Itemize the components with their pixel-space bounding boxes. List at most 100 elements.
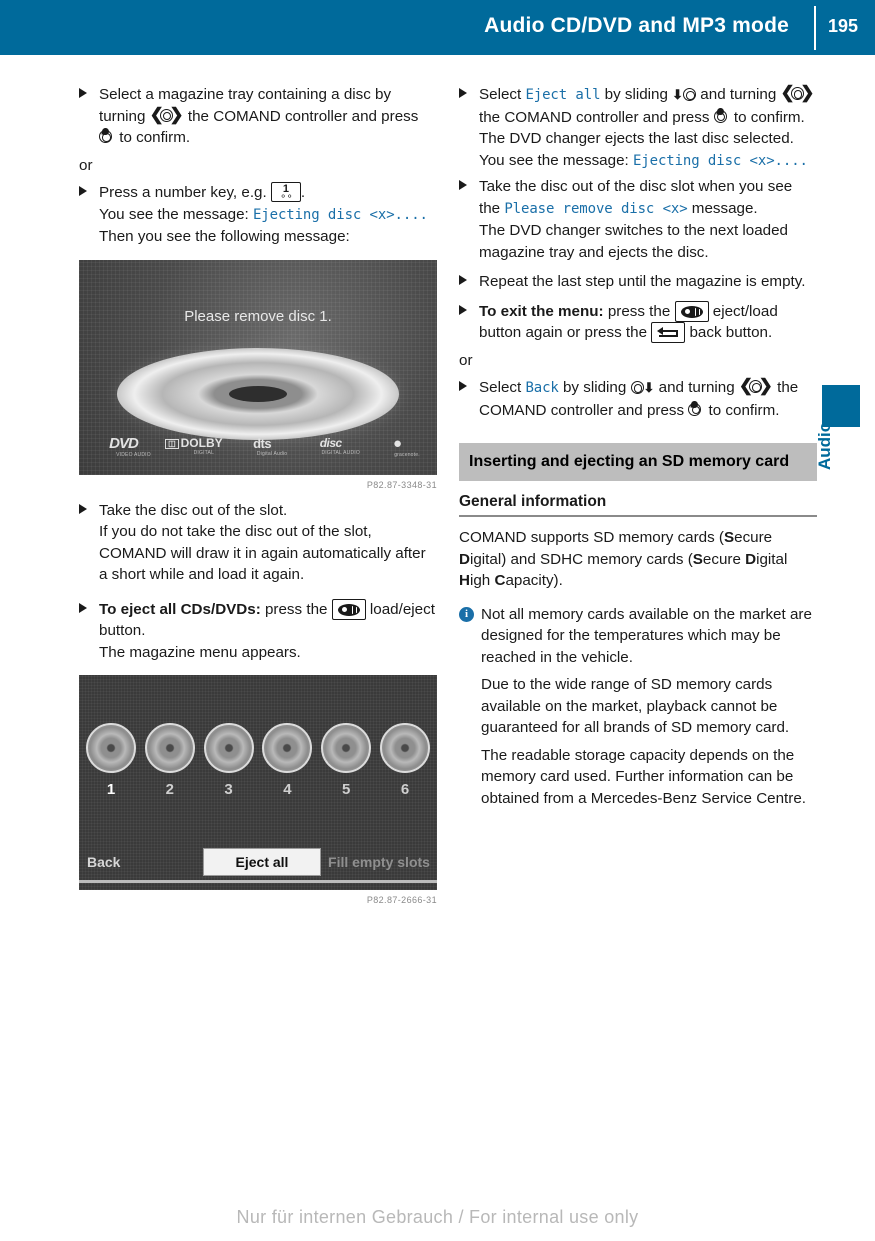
section-heading-band: Inserting and ejecting an SD memory card bbox=[459, 443, 817, 481]
list-item: Take the disc out of the slot. If you do… bbox=[79, 500, 437, 586]
logo-main: DVD bbox=[109, 434, 139, 452]
menu-button-back[interactable]: Back bbox=[79, 848, 203, 876]
logo-gracenote: ● gracenote. bbox=[374, 436, 420, 458]
display-message: Ejecting disc <x>.... bbox=[632, 152, 808, 169]
step-text: Repeat the last step until the magazine … bbox=[479, 273, 806, 290]
step-text-b: . bbox=[300, 184, 306, 201]
triangle-bullet-icon bbox=[459, 304, 467, 315]
logo-main: disc bbox=[319, 436, 343, 450]
text-run: COMAND supports SD memory cards ( bbox=[459, 529, 724, 546]
menu-underline bbox=[79, 880, 437, 883]
text-run: igital) and SDHC memory cards ( bbox=[469, 550, 693, 568]
tray-label: 2 bbox=[165, 781, 174, 798]
comand-display: Please remove disc 1. DVD VIDEO AUDIO ◫ D… bbox=[79, 259, 437, 475]
text-run-bold: S bbox=[724, 529, 735, 546]
triangle-bullet-icon bbox=[459, 88, 467, 98]
list-item: Select Eject all by sliding ⬇ and turnin… bbox=[459, 84, 817, 172]
display-message: Please remove disc <x> bbox=[504, 200, 688, 217]
logo-main: dts bbox=[253, 435, 272, 451]
text-run: ecure bbox=[702, 550, 746, 568]
tray-slot[interactable]: 6 bbox=[379, 723, 431, 798]
tray-slot[interactable]: 1 bbox=[85, 723, 137, 798]
logo-sub: gracenote. bbox=[394, 451, 420, 458]
step-detail: If you do not take the disc out of the s… bbox=[99, 523, 426, 583]
disc-icon bbox=[144, 723, 195, 773]
tray-slot[interactable]: 5 bbox=[320, 723, 372, 798]
tray-slot[interactable]: 3 bbox=[203, 723, 255, 798]
format-logos: DVD VIDEO AUDIO ◫ DOLBY DIGITAL dts Digit… bbox=[79, 427, 437, 467]
triangle-bullet-icon bbox=[459, 275, 467, 285]
step-text-a: press the bbox=[603, 302, 675, 320]
step-text-d: the COMAND controller and press bbox=[479, 108, 714, 126]
side-tab-label: Audio bbox=[815, 421, 834, 470]
step-detail: You see the message: Ejecting disc <x>..… bbox=[99, 204, 437, 248]
text-run-bold: D bbox=[459, 550, 470, 568]
info-icon: i bbox=[459, 606, 474, 622]
triangle-bullet-icon bbox=[79, 88, 87, 98]
text-run: apacity). bbox=[505, 572, 563, 589]
turn-controller-icon: ❮ ❯ bbox=[780, 83, 815, 102]
press-controller-icon bbox=[99, 127, 115, 145]
step-lead-in: To exit the menu: bbox=[479, 302, 604, 320]
menu-button-eject-all[interactable]: Eject all bbox=[203, 848, 321, 876]
figure-disc-eject-screen: Please remove disc 1. DVD VIDEO AUDIO ◫ D… bbox=[79, 259, 437, 490]
list-item: To exit the menu: press the eject/load b… bbox=[459, 300, 817, 344]
slide-down-controller-icon: ⬇ bbox=[672, 86, 697, 103]
step-text: Take the disc out of the slot. bbox=[99, 501, 288, 519]
list-item: Select a magazine tray containing a disc… bbox=[79, 84, 437, 149]
text-run: igital bbox=[756, 550, 788, 568]
figure-magazine-menu: 1 2 3 4 5 6 Back Eject all Fill empty sl… bbox=[79, 675, 437, 905]
step-text-a: Select bbox=[479, 379, 526, 396]
left-column: Select a magazine tray containing a disc… bbox=[79, 84, 437, 915]
text-run-bold: D bbox=[745, 550, 757, 568]
screen-message: Please remove disc 1. bbox=[184, 307, 332, 325]
step-text-e: to confirm. bbox=[704, 401, 780, 419]
tray-label: 6 bbox=[400, 781, 410, 798]
note-text: Due to the wide range of SD memory cards… bbox=[481, 676, 790, 736]
step-detail: The magazine menu appears. bbox=[99, 643, 301, 661]
step-text-b: by sliding bbox=[558, 379, 631, 396]
turn-controller-icon: ❮ ❯ bbox=[149, 104, 184, 124]
tray-label: 1 bbox=[106, 781, 116, 798]
comand-display: 1 2 3 4 5 6 Back Eject all Fill empty sl… bbox=[79, 675, 437, 890]
note-text: The readable storage capacity depends on… bbox=[481, 746, 806, 807]
back-button-icon bbox=[651, 322, 686, 343]
list-item: Take the disc out of the disc slot when … bbox=[459, 176, 817, 263]
eject-load-button-icon bbox=[331, 598, 366, 620]
tray-slot[interactable]: 2 bbox=[144, 723, 196, 798]
tray-label: 3 bbox=[224, 781, 233, 798]
note-text: Not all memory cards available on the ma… bbox=[481, 605, 812, 666]
logo-main: DOLBY bbox=[180, 436, 223, 450]
step-text-a: Select bbox=[479, 86, 526, 103]
right-column: Select Eject all by sliding ⬇ and turnin… bbox=[459, 84, 817, 811]
detail-suffix: Then you see the following message: bbox=[99, 228, 350, 245]
eject-load-button-icon bbox=[674, 300, 709, 322]
page-title: Audio CD/DVD and MP3 mode bbox=[484, 14, 789, 37]
text-run: igh bbox=[469, 572, 495, 589]
figure-caption: P82.87-3348-31 bbox=[366, 479, 437, 490]
step-text-b: by sliding bbox=[600, 86, 673, 103]
dolby-mark-icon: ◫ bbox=[165, 439, 179, 449]
text-run: ecure bbox=[734, 529, 773, 546]
logo-compact-disc: disc DIGITAL AUDIO bbox=[302, 437, 360, 456]
gracenote-globe-icon: ● bbox=[392, 434, 402, 452]
step-text-b: message. bbox=[687, 199, 758, 217]
menu-reference: Back bbox=[525, 380, 559, 396]
note-block: The readable storage capacity depends on… bbox=[459, 745, 817, 810]
footer-watermark: Nur für internen Gebrauch / For internal… bbox=[236, 1207, 639, 1227]
logo-sub: DIGITAL AUDIO bbox=[321, 450, 360, 456]
step-text-c: to confirm. bbox=[115, 129, 191, 146]
press-controller-icon bbox=[688, 399, 704, 418]
step-detail: The DVD changer switches to the next loa… bbox=[479, 222, 788, 261]
figure-caption: P82.87-2666-31 bbox=[366, 895, 437, 905]
logo-dolby: ◫ DOLBY DIGITAL bbox=[165, 437, 223, 456]
tray-slot[interactable]: 4 bbox=[261, 723, 313, 798]
slide-down-controller-icon: ⬇ bbox=[630, 379, 654, 396]
step-text-c: back button. bbox=[685, 324, 773, 341]
list-item: Repeat the last step until the magazine … bbox=[459, 271, 817, 293]
menu-button-fill-empty-slots[interactable]: Fill empty slots bbox=[321, 848, 437, 876]
detail-prefix: You see the message: bbox=[99, 205, 253, 223]
